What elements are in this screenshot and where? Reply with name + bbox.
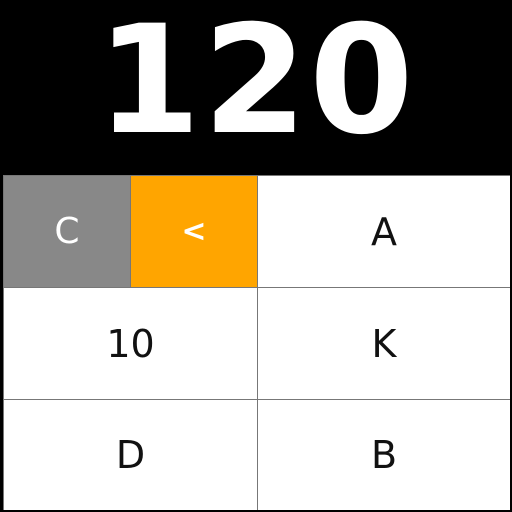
display-value: 120	[96, 0, 416, 168]
display-panel: 120	[0, 0, 512, 172]
key-10-button[interactable]: 10	[4, 288, 257, 399]
key-k-button[interactable]: K	[258, 288, 510, 399]
calculator-app: 120 C < A 10 K D B	[0, 0, 512, 512]
keypad: C < A 10 K D B	[3, 175, 510, 510]
backspace-button[interactable]: <	[131, 176, 257, 287]
clear-button[interactable]: C	[4, 176, 130, 287]
key-d-button[interactable]: D	[4, 400, 257, 510]
key-a-button[interactable]: A	[258, 176, 510, 287]
key-b-button[interactable]: B	[258, 400, 510, 510]
